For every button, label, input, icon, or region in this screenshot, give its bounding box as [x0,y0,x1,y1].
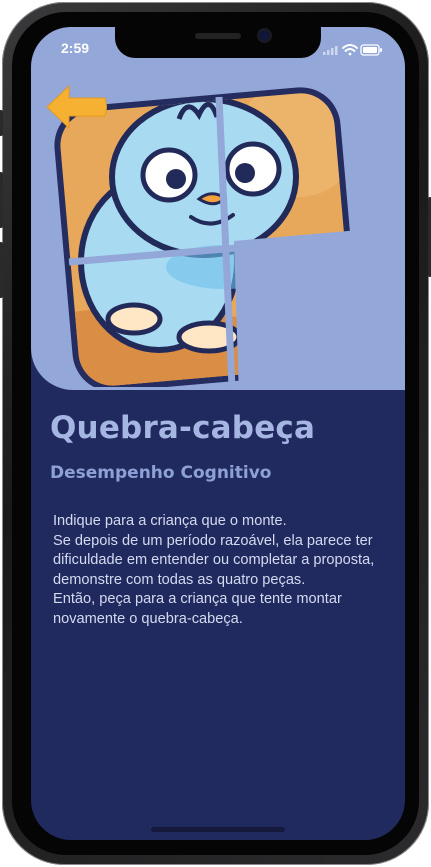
status-icons [323,42,383,61]
battery-icon [360,44,382,56]
home-indicator[interactable] [151,827,285,832]
page-subtitle: Desempenho Cognitivo [50,463,272,483]
arrow-left-icon [46,84,107,130]
status-time: 2:59 [61,40,90,56]
mute-switch [0,110,3,136]
page-title: Quebra-cabeça [50,410,316,446]
wifi-icon [342,44,358,56]
speaker [195,33,241,39]
hero-banner [31,27,405,390]
back-button[interactable] [45,82,109,132]
volume-up-button [0,172,3,228]
signal-icon [323,46,338,55]
notch [115,27,321,58]
screen: 2:59 Quebra-cabeça Desempenho Cognitivo … [31,27,405,840]
phone-frame: 2:59 Quebra-cabeça Desempenho Cognitivo … [0,2,431,865]
volume-down-button [0,242,3,298]
activity-description: Indique para a criança que o monte. Se d… [53,513,375,627]
front-camera [259,30,270,41]
